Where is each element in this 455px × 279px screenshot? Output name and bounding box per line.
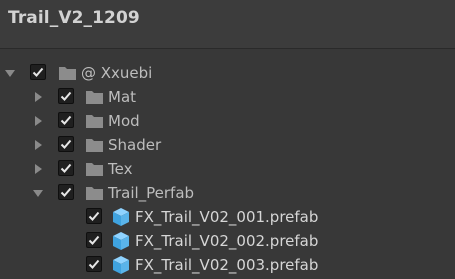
folder-icon xyxy=(86,185,103,200)
expand-arrow-right-icon[interactable] xyxy=(35,164,42,174)
expand-arrow-right-icon[interactable] xyxy=(35,92,42,102)
tree-label: FX_Trail_V02_003.prefab xyxy=(135,256,319,274)
expand-arrow-down-icon[interactable] xyxy=(5,70,15,77)
tree-label: Mat xyxy=(108,88,137,106)
folder-icon xyxy=(86,137,103,152)
tree-label: FX_Trail_V02_001.prefab xyxy=(135,208,319,226)
tree-row-folder[interactable]: Shader xyxy=(0,133,455,157)
tree-label: @ Xxuebi xyxy=(81,64,153,82)
folder-icon xyxy=(59,65,76,80)
tree-label: Mod xyxy=(108,112,140,130)
tree-label: Shader xyxy=(108,136,162,154)
tree-row-file[interactable]: FX_Trail_V02_003.prefab xyxy=(0,253,455,277)
checkbox[interactable] xyxy=(58,184,74,200)
checkbox[interactable] xyxy=(30,64,46,80)
folder-icon xyxy=(86,89,103,104)
checkbox[interactable] xyxy=(86,256,102,272)
prefab-cube-icon xyxy=(111,207,131,227)
tree-label: FX_Trail_V02_002.prefab xyxy=(135,232,319,250)
expand-arrow-right-icon[interactable] xyxy=(35,116,42,126)
folder-icon xyxy=(86,113,103,128)
checkbox[interactable] xyxy=(58,136,74,152)
checkbox[interactable] xyxy=(86,208,102,224)
tree-row-folder[interactable]: Tex xyxy=(0,157,455,181)
expand-arrow-down-icon[interactable] xyxy=(33,190,43,197)
tree-row-folder[interactable]: Mod xyxy=(0,109,455,133)
import-tree: @ Xxuebi Mat Mod Shader Tex Trail_Perfab… xyxy=(0,61,455,277)
tree-label: Tex xyxy=(108,160,133,178)
checkbox[interactable] xyxy=(58,160,74,176)
tree-row-folder[interactable]: Mat xyxy=(0,85,455,109)
tree-row-file[interactable]: FX_Trail_V02_001.prefab xyxy=(0,205,455,229)
checkbox[interactable] xyxy=(86,232,102,248)
prefab-cube-icon xyxy=(111,231,131,251)
checkbox[interactable] xyxy=(58,88,74,104)
window-header: Trail_V2_1209 xyxy=(0,0,455,49)
tree-row-root[interactable]: @ Xxuebi xyxy=(0,61,455,85)
folder-icon xyxy=(86,161,103,176)
expand-arrow-right-icon[interactable] xyxy=(35,140,42,150)
prefab-cube-icon xyxy=(111,255,131,275)
tree-label: Trail_Perfab xyxy=(108,184,195,202)
tree-row-folder[interactable]: Trail_Perfab xyxy=(0,181,455,205)
window-title: Trail_V2_1209 xyxy=(8,8,140,28)
tree-row-file[interactable]: FX_Trail_V02_002.prefab xyxy=(0,229,455,253)
checkbox[interactable] xyxy=(58,112,74,128)
